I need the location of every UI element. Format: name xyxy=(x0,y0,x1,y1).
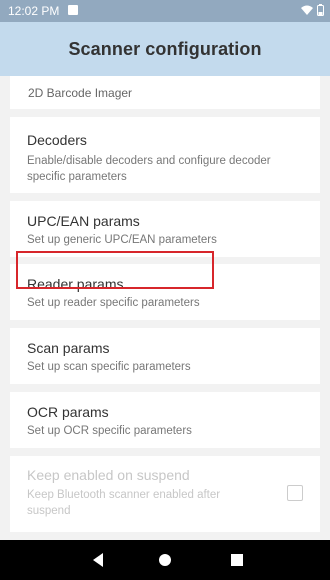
navigation-bar xyxy=(0,540,330,580)
list-item-title: Decoders xyxy=(27,132,87,148)
keep-enabled-checkbox[interactable] xyxy=(287,485,303,501)
status-icons xyxy=(301,4,324,16)
list-item-scan-params[interactable]: Scan params Set up scan specific paramet… xyxy=(10,328,320,384)
list-item-upc-ean-params[interactable]: UPC/EAN params Set up generic UPC/EAN pa… xyxy=(10,201,320,257)
list-item-title: OCR params xyxy=(27,404,109,420)
list-item-title: Keep enabled on suspend xyxy=(27,467,190,483)
list-item-description: Set up generic UPC/EAN parameters xyxy=(27,234,217,246)
app-bar: Scanner configuration xyxy=(0,22,330,76)
image-icon xyxy=(68,5,78,15)
status-time: 12:02 PM xyxy=(8,4,60,18)
home-icon[interactable] xyxy=(158,552,172,573)
list-item-title: Scan params xyxy=(27,340,110,356)
wifi-icon xyxy=(301,4,313,16)
list-item-description: Set up OCR specific parameters xyxy=(27,425,192,437)
list-item-label: 2D Barcode Imager xyxy=(28,86,133,100)
list-item-title: UPC/EAN params xyxy=(27,213,140,229)
list-item-ocr-params[interactable]: OCR params Set up OCR specific parameter… xyxy=(10,392,320,448)
settings-list[interactable]: 2D Barcode Imager Decoders Enable/disabl… xyxy=(0,76,330,540)
recents-icon[interactable] xyxy=(230,552,244,573)
highlight-box xyxy=(16,251,214,289)
battery-icon xyxy=(317,4,324,16)
status-bar: 12:02 PM xyxy=(0,0,330,22)
back-icon[interactable] xyxy=(91,552,105,573)
list-item-description: Set up scan specific parameters xyxy=(27,361,191,373)
list-item-description: Keep Bluetooth scanner enabled after sus… xyxy=(27,489,221,517)
page-title: Scanner configuration xyxy=(68,38,262,59)
list-item-keep-enabled-on-suspend[interactable]: Keep enabled on suspend Keep Bluetooth s… xyxy=(10,456,320,532)
list-item-description: Set up reader specific parameters xyxy=(27,297,200,309)
list-item-description: Enable/disable decoders and configure de… xyxy=(27,155,271,183)
list-item-decoders[interactable]: Decoders Enable/disable decoders and con… xyxy=(10,117,320,193)
list-item-2d-barcode-imager[interactable]: 2D Barcode Imager xyxy=(10,76,320,109)
